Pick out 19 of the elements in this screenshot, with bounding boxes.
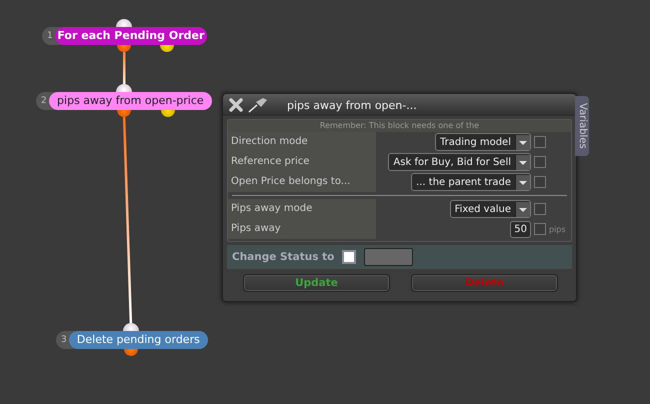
status-label: Change Status to bbox=[232, 251, 334, 263]
unit-label: pips bbox=[549, 224, 567, 234]
dropdown[interactable]: Fixed value bbox=[450, 200, 531, 218]
block-node[interactable]: For each Pending Order bbox=[54, 27, 207, 45]
number-field[interactable]: 50 bbox=[510, 220, 531, 238]
block-node[interactable]: pips away from open-price bbox=[48, 92, 212, 110]
panel-title: pips away from open-... bbox=[287, 98, 417, 112]
dropdown[interactable]: ... the parent trade bbox=[411, 173, 531, 191]
variables-tab[interactable]: Variables bbox=[575, 96, 589, 156]
field-label: Pips away bbox=[228, 219, 376, 239]
block-node[interactable]: Delete pending orders bbox=[68, 331, 208, 349]
field-label: Direction mode bbox=[228, 132, 376, 152]
dropdown[interactable]: Trading model bbox=[434, 133, 531, 151]
field-label: Open Price belongs to... bbox=[228, 172, 376, 192]
field-label: Reference price bbox=[228, 152, 376, 172]
update-button[interactable]: Update bbox=[243, 274, 390, 292]
notice-text: Remember: This block needs one of the bbox=[228, 120, 571, 132]
dropdown[interactable]: Ask for Buy, Bid for Sell bbox=[388, 153, 531, 171]
field-label: Pips away mode bbox=[228, 199, 376, 219]
